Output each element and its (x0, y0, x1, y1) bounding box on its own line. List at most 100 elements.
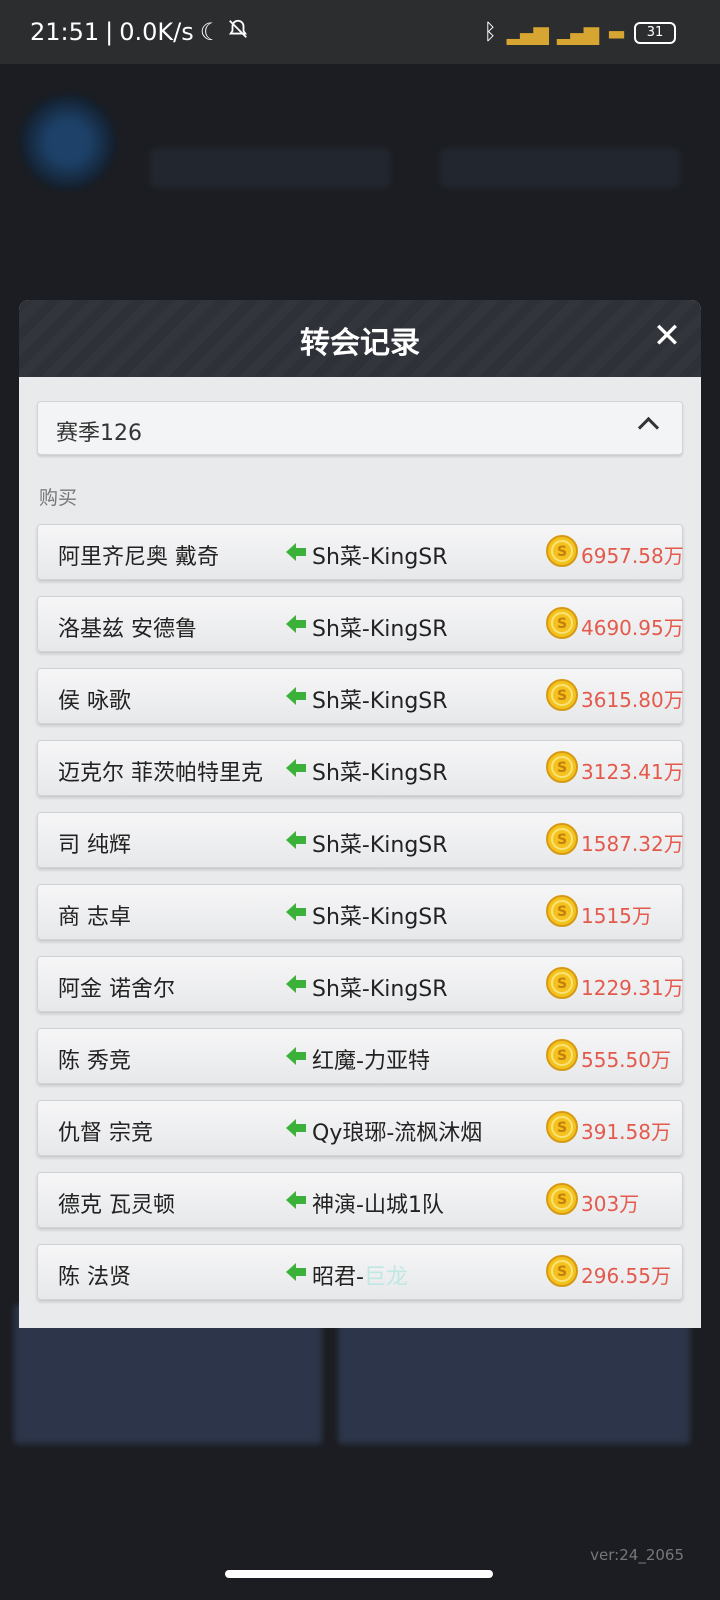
team-name-text: Sh菜-KingSR (312, 617, 448, 642)
modal-title: 转会记录 (300, 326, 420, 361)
transfer-price: 555.50万 (581, 1048, 671, 1072)
coin-icon: S (546, 679, 578, 711)
svg-text:S: S (557, 760, 567, 776)
coin-icon: S (546, 1039, 578, 1071)
home-indicator[interactable] (225, 1570, 493, 1578)
team-name: 神演-山城1队 (312, 1187, 444, 1219)
team-name-text: Sh菜-KingSR (312, 761, 448, 786)
season-label: 赛季126 (56, 421, 142, 446)
status-bar: 21:51 | 0.0K/s ☾ ᛒ ▂▄▆ ▂▄▆ ▬ 31 (0, 0, 720, 64)
transfer-records-modal: 转会记录 ✕ 赛季126 购买 阿里齐尼奥 戴奇 Sh菜-KingSR S 6957.… (19, 300, 701, 1328)
coin-icon: S (546, 607, 578, 639)
coin-icon: S (546, 895, 578, 927)
bg-menu (0, 204, 720, 254)
player-name: 阿里齐尼奥 戴奇 (58, 545, 219, 570)
transfer-price: 4690.95万 (581, 616, 684, 640)
clock: 21:51 (30, 18, 100, 46)
status-right: ᛒ ▂▄▆ ▂▄▆ ▬ 31 (484, 20, 676, 45)
list-item[interactable]: 洛基兹 安德鲁 Sh菜-KingSR S 4690.95万 (37, 596, 684, 652)
team-name: Qy琅琊-流枫沐烟 (312, 1115, 482, 1147)
signal-icon: ▂▄▆ (506, 20, 549, 45)
svg-text:S: S (557, 1120, 567, 1136)
list-item[interactable]: 陈 法贤 昭君-巨龙 S 296.55万 (37, 1244, 683, 1300)
list-item[interactable]: 陈 秀竞 红魔-力亚特 S 555.50万 (37, 1028, 683, 1084)
svg-text:S: S (557, 544, 567, 560)
arrow-left-icon (284, 1116, 308, 1140)
transfer-price: 3615.80万 (581, 688, 684, 712)
team-name-text: Sh菜-KingSR (312, 689, 448, 714)
svg-text:S: S (557, 1192, 567, 1208)
coin-icon: S (546, 823, 578, 855)
transfer-price: 303万 (581, 1192, 640, 1216)
version-label: ver:24_2065 (590, 1546, 684, 1564)
svg-text:S: S (557, 976, 567, 992)
list-item[interactable]: 德克 瓦灵顿 神演-山城1队 S 303万 (37, 1172, 683, 1228)
section-label-buy: 购买 (39, 487, 78, 509)
svg-text:S: S (557, 904, 567, 920)
separator: | (105, 18, 114, 46)
season-dropdown[interactable]: 赛季126 (37, 401, 683, 455)
signal-icon: ▂▄▆ (556, 20, 599, 45)
list-item[interactable]: 阿里齐尼奥 戴奇 Sh菜-KingSR S 6957.58万 (37, 524, 684, 580)
list-item[interactable]: 仇督 宗竞 Qy琅琊-流枫沐烟 S 391.58万 (37, 1100, 683, 1156)
list-item[interactable]: 商 志卓 Sh菜-KingSR S 1515万 (37, 884, 683, 940)
team-name: Sh菜-KingSR (312, 611, 448, 643)
team-name-text: Sh菜-KingSR (312, 905, 448, 930)
player-name: 陈 秀竞 (58, 1049, 131, 1074)
team-name: Sh菜-KingSR (312, 899, 448, 931)
gem-balance (440, 148, 680, 188)
transfer-price: 6957.58万 (581, 544, 684, 568)
wifi-icon: ▬ (607, 20, 626, 45)
bluetooth-icon: ᛒ (483, 20, 497, 45)
team-name-text: Sh菜-KingSR (312, 545, 448, 570)
player-name: 陈 法贤 (58, 1265, 131, 1290)
team-name-text: 红魔-力亚特 (312, 1049, 430, 1074)
transfer-list: 阿里齐尼奥 戴奇 Sh菜-KingSR S 6957.58万洛基兹 安德鲁 Sh菜-Ki… (37, 524, 684, 1300)
moon-icon: ☾ (199, 18, 222, 46)
player-name: 侯 咏歌 (58, 689, 131, 714)
player-name: 司 纯辉 (58, 833, 131, 858)
arrow-left-icon (284, 1044, 308, 1068)
arrow-left-icon (284, 900, 308, 924)
player-name: 仇督 宗竞 (58, 1121, 153, 1146)
team-name-text: Sh菜-KingSR (312, 977, 448, 1002)
list-item[interactable]: 司 纯辉 Sh菜-KingSR S 1587.32万 (37, 812, 684, 868)
team-name: 昭君-巨龙 (312, 1259, 408, 1291)
arrow-left-icon (284, 828, 308, 852)
coin-icon: S (546, 967, 578, 999)
list-item[interactable]: 侯 咏歌 Sh菜-KingSR S 3615.80万 (37, 668, 684, 724)
arrow-left-icon (284, 612, 308, 636)
transfer-price: 1515万 (581, 904, 652, 928)
arrow-left-icon (284, 684, 308, 708)
svg-text:S: S (557, 688, 567, 704)
battery-icon: 31 (634, 21, 676, 44)
transfer-price: 296.55万 (581, 1264, 671, 1288)
net-speed: 0.0K/s (119, 18, 194, 46)
player-name: 洛基兹 安德鲁 (58, 617, 197, 642)
svg-text:S: S (557, 832, 567, 848)
list-item[interactable]: 迈克尔 菲茨帕特里克 Sh菜-KingSR S 3123.41万 (37, 740, 684, 796)
player-name: 商 志卓 (58, 905, 131, 930)
svg-text:S: S (557, 1264, 567, 1280)
player-name: 迈克尔 菲茨帕特里克 (58, 761, 263, 786)
coin-icon: S (546, 1111, 578, 1143)
transfer-price: 1229.31万 (581, 976, 684, 1000)
list-item[interactable]: 阿金 诺舍尔 Sh菜-KingSR S 1229.31万 (37, 956, 684, 1012)
mute-bell-icon (227, 18, 249, 46)
arrow-left-icon (284, 540, 308, 564)
status-left: 21:51 | 0.0K/s ☾ (30, 18, 249, 46)
close-icon[interactable]: ✕ (647, 316, 687, 356)
svg-text:S: S (557, 616, 567, 632)
team-name: Sh菜-KingSR (312, 971, 448, 1003)
coin-icon: S (546, 535, 578, 567)
transfer-price: 1587.32万 (581, 832, 684, 856)
team-name: 红魔-力亚特 (312, 1043, 430, 1075)
coin-icon: S (546, 1183, 578, 1215)
player-name: 阿金 诺舍尔 (58, 977, 175, 1002)
coin-icon: S (546, 1255, 578, 1287)
arrow-left-icon (284, 756, 308, 780)
coin-balance (150, 148, 390, 188)
chevron-up-icon (637, 416, 660, 439)
svg-text:S: S (557, 1048, 567, 1064)
arrow-left-icon (284, 1188, 308, 1212)
